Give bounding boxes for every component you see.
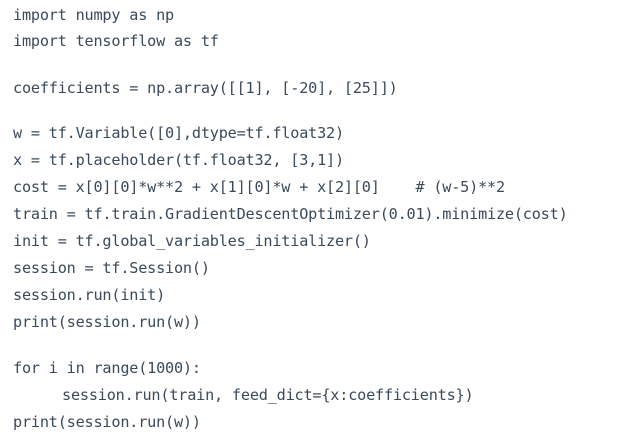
code-line-coefficients: coefficients = np.array([[1], [-20], [25… (13, 79, 398, 97)
code-line-variable-w: w = tf.Variable([0],dtype=tf.float32) (13, 124, 344, 142)
code-line-for-loop: for i in range(1000): (13, 359, 201, 377)
code-line-session-run-init: session.run(init) (13, 286, 166, 304)
code-line-import-tensorflow: import tensorflow as tf (13, 32, 219, 50)
code-line-import-numpy: import numpy as np (13, 6, 174, 24)
code-view: import numpy as np import tensorflow as … (0, 0, 631, 431)
code-line-session: session = tf.Session() (13, 259, 210, 277)
code-line-cost: cost = x[0][0]*w**2 + x[1][0]*w + x[2][0… (13, 178, 505, 196)
code-line-print-w-final: print(session.run(w)) (13, 413, 201, 431)
code-line-session-run-train: session.run(train, feed_dict={x:coeffici… (62, 386, 474, 404)
code-line-placeholder-x: x = tf.placeholder(tf.float32, [3,1]) (13, 151, 344, 169)
code-line-train: train = tf.train.GradientDescentOptimize… (13, 205, 568, 223)
code-line-init: init = tf.global_variables_initializer() (13, 232, 371, 250)
code-line-print-w: print(session.run(w)) (13, 313, 201, 331)
